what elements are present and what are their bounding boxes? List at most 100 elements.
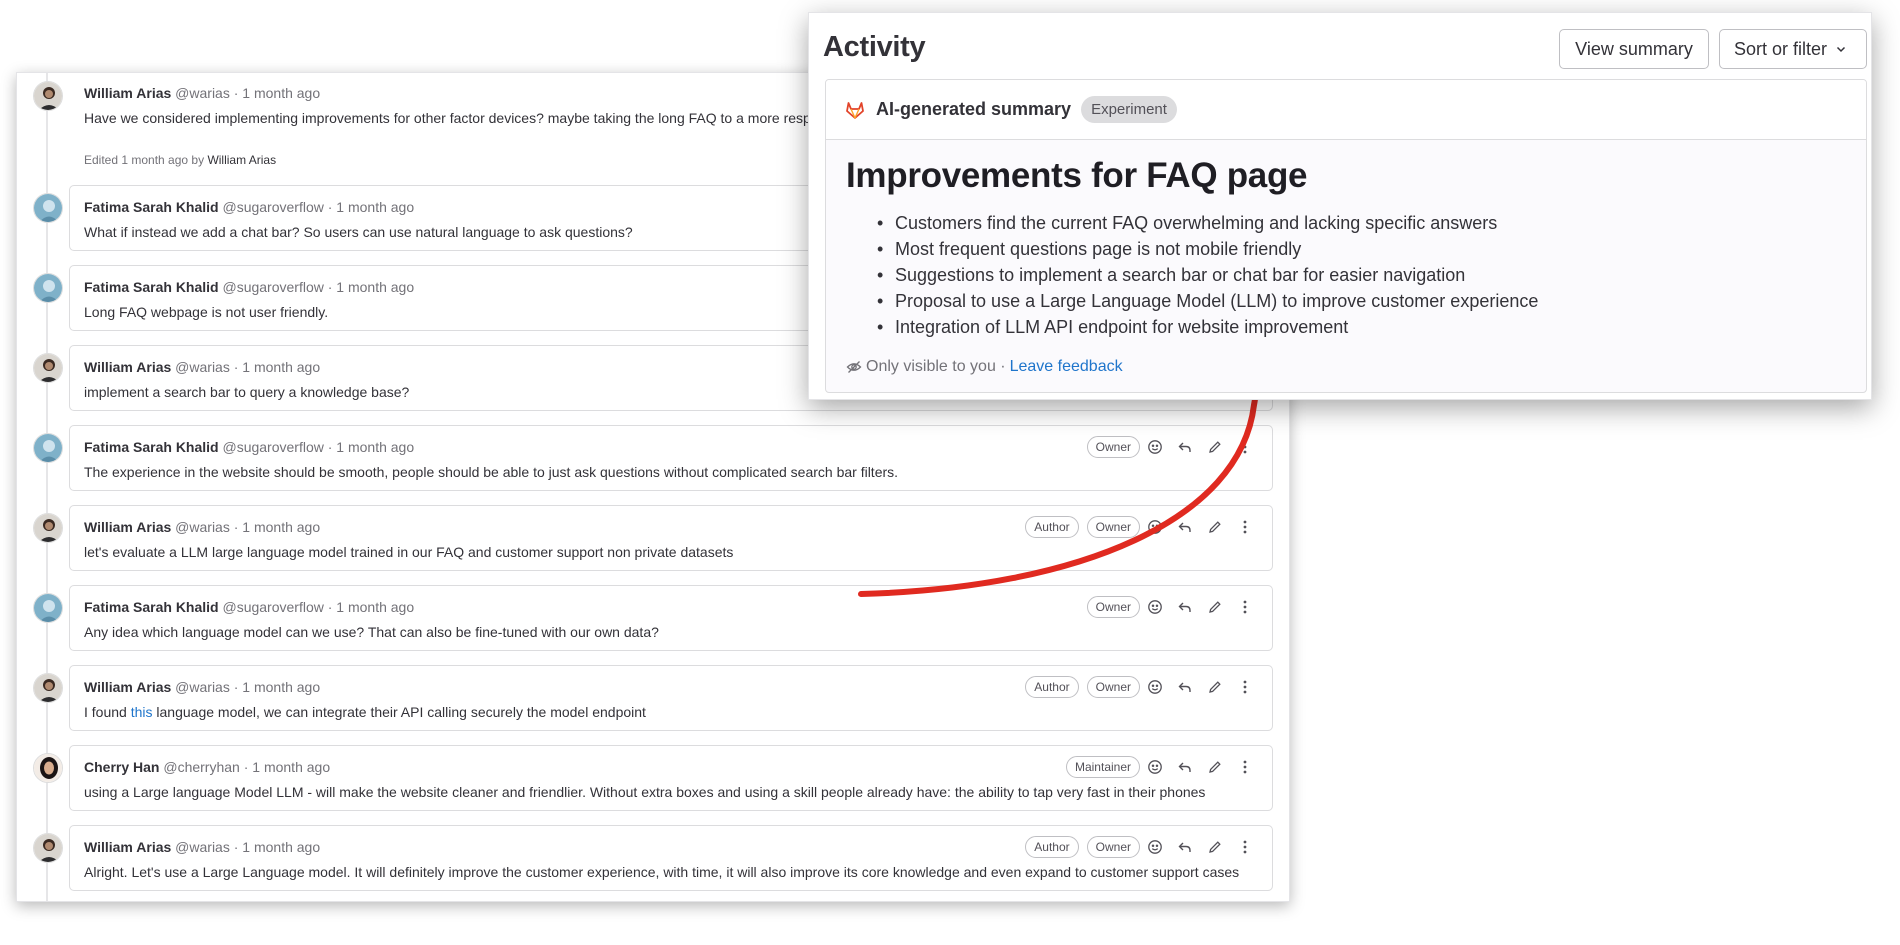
comment-card: William Arias @warias · 1 month ago Alri… [69, 825, 1273, 891]
comment-meta: @warias · 1 month ago [175, 839, 321, 855]
role-badge: Author [1025, 676, 1079, 698]
comment-body-text: I found [84, 704, 127, 720]
comment-meta: @warias · 1 month ago [175, 519, 321, 535]
reply-icon[interactable] [1170, 515, 1200, 539]
edit-icon[interactable] [1200, 835, 1230, 859]
more-actions-icon[interactable] [1230, 675, 1260, 699]
reply-icon[interactable] [1170, 675, 1200, 699]
summary-bullet: Most frequent questions page is not mobi… [877, 236, 1538, 262]
edited-by[interactable]: William Arias [207, 153, 276, 167]
comment-card: William Arias @warias · 1 month ago I fo… [69, 665, 1273, 731]
role-badge: Owner [1086, 516, 1140, 538]
avatar[interactable] [33, 513, 63, 543]
avatar[interactable] [33, 433, 63, 463]
role-badge: Owner [1086, 676, 1140, 698]
comment-meta: @warias · 1 month ago [175, 359, 321, 375]
emoji-icon[interactable] [1140, 835, 1170, 859]
comment-card: Cherry Han @cherryhan · 1 month ago usin… [69, 745, 1273, 811]
ai-summary-label: AI-generated summary [876, 99, 1072, 119]
avatar[interactable] [33, 673, 63, 703]
comment-author[interactable]: William Arias [84, 519, 171, 535]
view-summary-button[interactable]: View summary [1559, 29, 1709, 69]
comment-body: using a Large language Model LLM - will … [84, 784, 1206, 800]
more-actions-icon[interactable] [1230, 515, 1260, 539]
comment-link[interactable]: this [131, 704, 153, 720]
reply-icon[interactable] [1170, 835, 1200, 859]
role-badge: Owner [1086, 596, 1140, 618]
edit-icon[interactable] [1200, 595, 1230, 619]
edit-icon[interactable] [1200, 435, 1230, 459]
more-actions-icon[interactable] [1230, 435, 1260, 459]
comment-author[interactable]: Cherry Han [84, 759, 159, 775]
emoji-icon[interactable] [1140, 755, 1170, 779]
emoji-icon[interactable] [1140, 675, 1170, 699]
comment-meta: @warias · 1 month ago [175, 679, 321, 695]
comment-meta: @warias · 1 month ago [175, 85, 321, 101]
ai-summary-box: AI-generated summary Experiment Improvem… [825, 79, 1867, 393]
role-badge: Owner [1086, 836, 1140, 858]
reply-icon[interactable] [1170, 435, 1200, 459]
comment-body: let's evaluate a LLM large language mode… [84, 544, 734, 560]
comment-author[interactable]: Fatima Sarah Khalid [84, 279, 219, 295]
comment-meta: @sugaroverflow · 1 month ago [222, 439, 415, 455]
leave-feedback-link[interactable]: Leave feedback [1010, 358, 1123, 376]
comment-meta: @cherryhan · 1 month ago [163, 759, 331, 775]
emoji-icon[interactable] [1140, 595, 1170, 619]
comment-author[interactable]: Fatima Sarah Khalid [84, 439, 219, 455]
comment-author[interactable]: Fatima Sarah Khalid [84, 599, 219, 615]
experiment-badge: Experiment [1081, 96, 1177, 123]
comment-author[interactable]: William Arias [84, 839, 171, 855]
activity-panel: Activity View summary Sort or filter AI-… [808, 12, 1872, 400]
summary-bullet: Proposal to use a Large Language Model (… [877, 288, 1538, 314]
role-badge: Owner [1086, 436, 1140, 458]
edit-icon[interactable] [1200, 515, 1230, 539]
edit-icon[interactable] [1200, 755, 1230, 779]
reply-icon[interactable] [1170, 595, 1200, 619]
avatar[interactable] [33, 353, 63, 383]
comment-actions: Owner [1079, 435, 1260, 459]
comment-body: Any idea which language model can we use… [84, 624, 659, 640]
summary-title: Improvements for FAQ page [846, 156, 1308, 195]
comment-author[interactable]: William Arias [84, 679, 171, 695]
comment-body-text: language model, we can integrate their A… [156, 704, 646, 720]
role-badge: Author [1025, 836, 1079, 858]
emoji-icon[interactable] [1140, 435, 1170, 459]
role-badge: Author [1025, 516, 1079, 538]
summary-bullet: Integration of LLM API endpoint for webs… [877, 314, 1538, 340]
comment-author[interactable]: William Arias [84, 85, 171, 101]
edit-icon[interactable] [1200, 675, 1230, 699]
activity-title: Activity [823, 31, 926, 63]
edited-prefix: Edited 1 month ago by [84, 153, 205, 167]
summary-header: AI-generated summary Experiment [826, 80, 1866, 140]
comment-actions: Author Owner [1017, 675, 1260, 699]
summary-footer: Only visible to you · Leave feedback [846, 358, 1123, 376]
comment-card: William Arias @warias · 1 month ago let'… [69, 505, 1273, 571]
emoji-icon[interactable] [1140, 515, 1170, 539]
avatar[interactable] [33, 833, 63, 863]
avatar[interactable] [33, 753, 63, 783]
more-actions-icon[interactable] [1230, 835, 1260, 859]
chevron-down-icon [1837, 46, 1846, 53]
sort-filter-label: Sort or filter [1734, 38, 1828, 59]
comment-body: I found this language model, we can inte… [84, 703, 1258, 721]
comment-actions: Maintainer [1058, 755, 1260, 779]
avatar[interactable] [33, 273, 63, 303]
avatar[interactable] [33, 593, 63, 623]
comment-actions: Owner [1079, 595, 1260, 619]
comment-actions: Author Owner [1017, 515, 1260, 539]
visibility-text: Only visible to you · [866, 358, 1006, 375]
comment-meta: @sugaroverflow · 1 month ago [222, 279, 415, 295]
avatar[interactable] [33, 193, 63, 223]
comment-author[interactable]: Fatima Sarah Khalid [84, 199, 219, 215]
role-badge: Maintainer [1065, 756, 1140, 778]
reply-icon[interactable] [1170, 755, 1200, 779]
more-actions-icon[interactable] [1230, 755, 1260, 779]
comment-body: The experience in the website should be … [84, 464, 899, 480]
more-actions-icon[interactable] [1230, 595, 1260, 619]
comment-author[interactable]: William Arias [84, 359, 171, 375]
tanuki-logo-icon [846, 101, 864, 119]
avatar[interactable] [33, 81, 63, 111]
comment-card: Fatima Sarah Khalid @sugaroverflow · 1 m… [69, 425, 1273, 491]
sort-filter-button[interactable]: Sort or filter [1719, 29, 1867, 69]
summary-bullet: Customers find the current FAQ overwhelm… [877, 210, 1538, 236]
